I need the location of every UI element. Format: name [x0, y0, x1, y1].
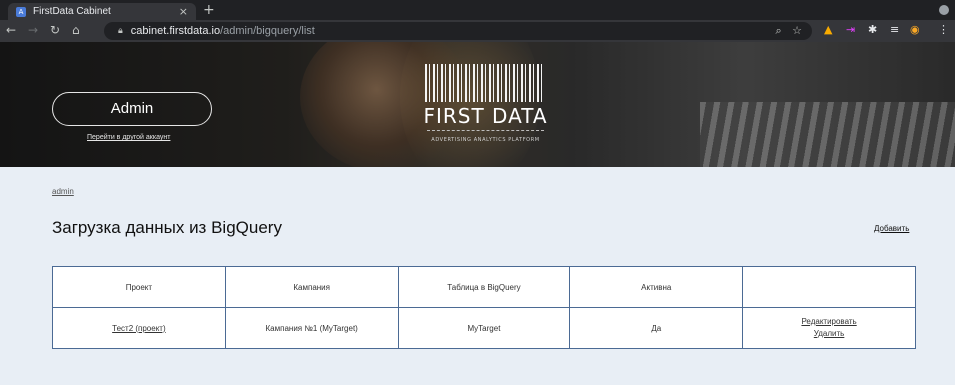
favicon-icon: A [16, 6, 26, 17]
extensions-icon[interactable]: ✱ [868, 23, 877, 36]
url-host: cabinet.firstdata.io [130, 25, 221, 37]
cell-bq-table: MyTarget [397, 307, 571, 349]
header-active: Активна [569, 266, 744, 308]
page-title: Загрузка данных из BigQuery [52, 218, 282, 237]
back-icon[interactable]: ← [6, 23, 16, 37]
first-data-logo[interactable]: FIRST DATA ADVERTISING ANALYTICS PLATFOR… [423, 64, 548, 156]
reload-icon[interactable]: ↻ [50, 23, 60, 37]
header-bq-table: Таблица в BigQuery [397, 266, 571, 308]
close-icon[interactable]: × [179, 5, 188, 18]
drive-icon[interactable]: ▲ [824, 23, 832, 36]
home-icon[interactable]: ⌂ [72, 23, 80, 37]
header-project: Проект [52, 266, 226, 308]
table-header-row: Проект Кампания Таблица в BigQuery Актив… [52, 266, 916, 308]
lock-icon[interactable]: 🔒︎ [118, 26, 123, 36]
menu-icon[interactable]: ⋮ [938, 23, 949, 36]
cell-project: Тест2 (проект) [52, 307, 226, 349]
tab-search-icon[interactable] [939, 5, 949, 15]
switch-account-link[interactable]: Перейти в другой аккаунт [87, 134, 170, 141]
cell-actions: Редактировать Удалить [742, 307, 916, 349]
url-path: /admin/bigquery/list [220, 25, 315, 37]
cell-campaign: Кампания №1 (MyTarget) [224, 307, 399, 349]
share-icon[interactable]: ⇥ [846, 23, 855, 36]
project-link[interactable]: Тест2 (проект) [112, 324, 165, 333]
profile-icon[interactable]: ◉ [910, 23, 920, 36]
zoom-icon[interactable]: ⌕ ☆ [775, 24, 802, 38]
browser-toolbar: ← → ↻ ⌂ 🔒︎ cabinet.firstdata.io/admin/bi… [0, 20, 955, 42]
tab-title: FirstData Cabinet [33, 6, 111, 17]
breadcrumb[interactable]: admin [52, 187, 74, 196]
logo-divider [427, 130, 544, 131]
header-actions [742, 266, 916, 308]
barcode-icon [425, 64, 545, 102]
address-bar[interactable]: 🔒︎ cabinet.firstdata.io/admin/bigquery/l… [104, 22, 812, 40]
browser-tab-strip: A FirstData Cabinet × + [0, 0, 955, 20]
browser-tab[interactable]: A FirstData Cabinet × [8, 3, 196, 20]
delete-link[interactable]: Удалить [814, 329, 845, 338]
account-button[interactable]: Admin [52, 92, 212, 126]
logo-wordmark: FIRST DATA [423, 104, 548, 128]
add-button[interactable]: Добавить [874, 224, 909, 233]
header-campaign: Кампания [224, 266, 399, 308]
cell-active: Да [569, 307, 744, 349]
reading-list-icon[interactable]: ≡ [890, 23, 899, 36]
logo-tagline: ADVERTISING ANALYTICS PLATFORM [431, 137, 540, 143]
forward-icon[interactable]: → [28, 23, 38, 37]
new-tab-icon[interactable]: + [203, 2, 215, 18]
bigquery-table: Проект Кампания Таблица в BigQuery Актив… [52, 266, 916, 349]
edit-link[interactable]: Редактировать [801, 317, 856, 326]
table-row: Тест2 (проект) Кампания №1 (MyTarget) My… [52, 307, 916, 349]
